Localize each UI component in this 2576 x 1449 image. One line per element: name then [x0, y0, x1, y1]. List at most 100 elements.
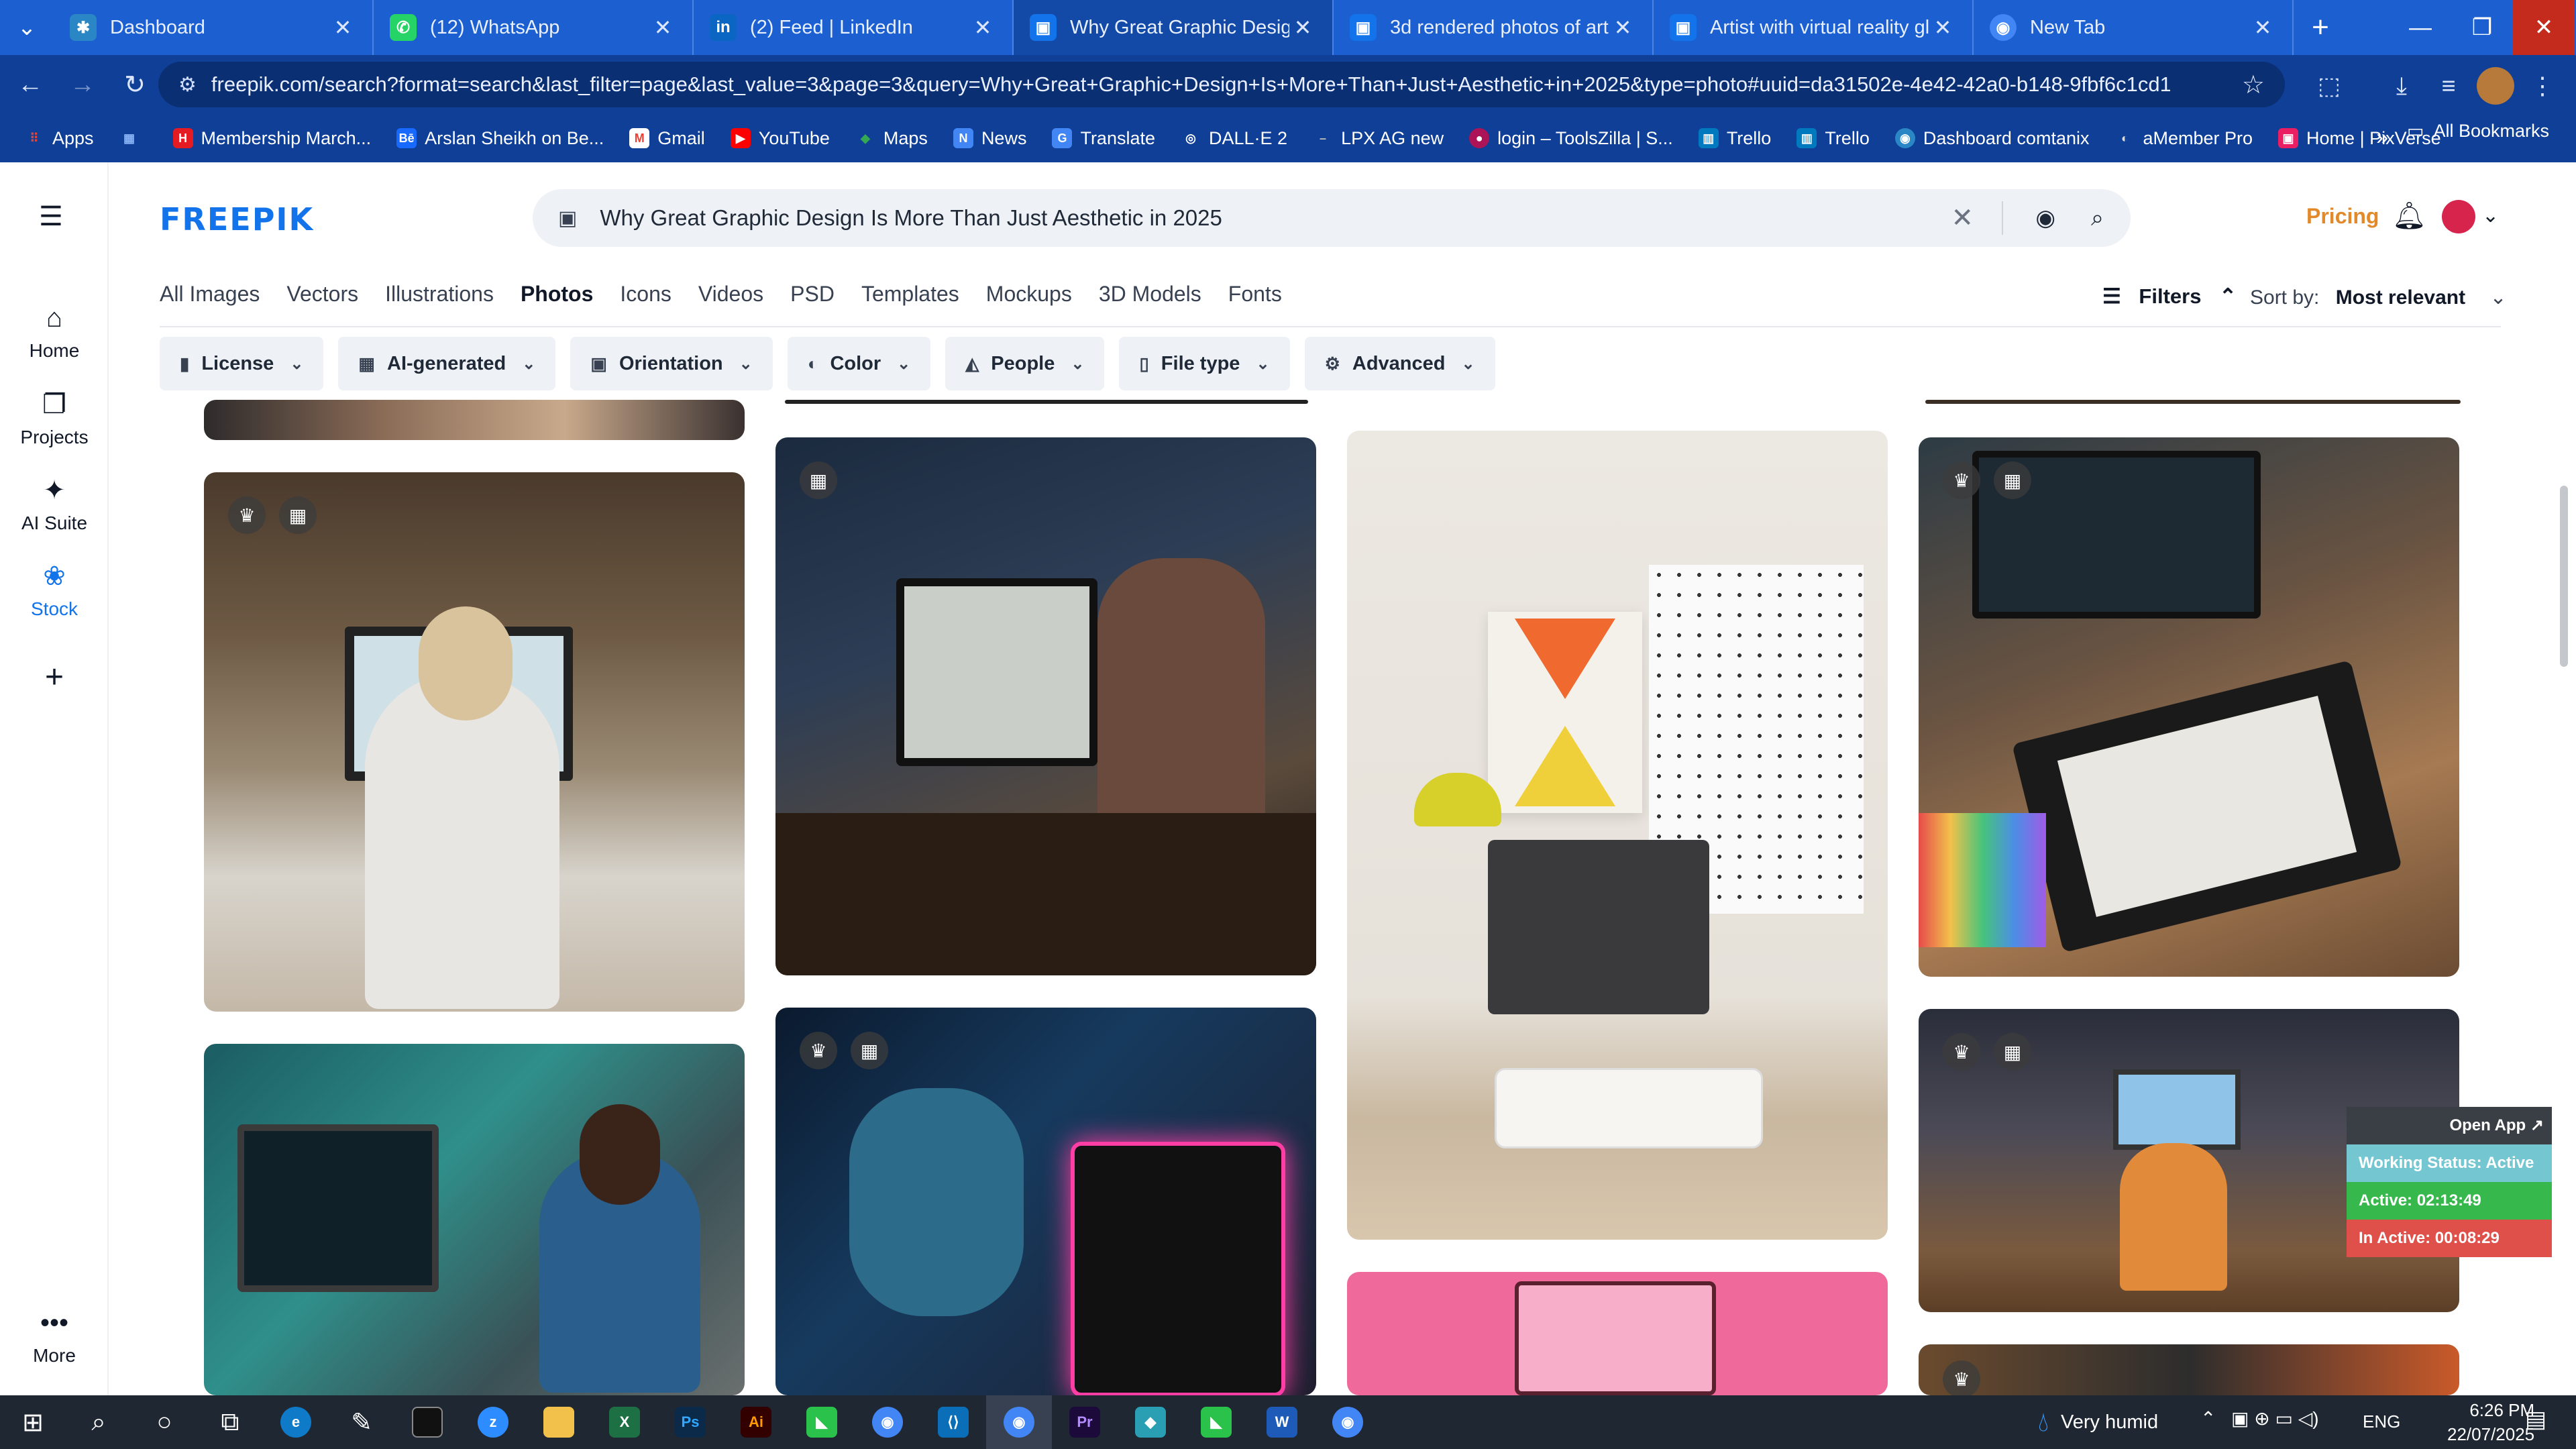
bookmark-apps[interactable]: ⠿ Apps — [24, 128, 93, 149]
reload-icon[interactable]: ↻ — [113, 62, 157, 107]
image-card[interactable] — [204, 1044, 745, 1395]
windows-start-icon[interactable]: ⊞ — [0, 1395, 66, 1449]
hamburger-menu-icon[interactable]: ☰ — [39, 201, 63, 232]
photoshop-icon[interactable]: Ps — [657, 1395, 723, 1449]
cortana-icon[interactable]: ○ — [131, 1395, 197, 1449]
back-arrow-icon[interactable]: ← — [8, 62, 52, 107]
filter-advanced[interactable]: ⚙ Advanced ⌄ — [1304, 337, 1495, 390]
browser-tab[interactable]: in (2) Feed | LinkedIn ✕ — [694, 0, 1014, 55]
bookmarks-overflow-icon[interactable]: » — [2376, 125, 2388, 150]
extension-icon[interactable]: ⬚ — [2310, 67, 2348, 105]
zoom-icon[interactable]: z — [460, 1395, 526, 1449]
bookmark-item[interactable]: ◐ aMember Pro — [2114, 128, 2253, 149]
task-view-icon[interactable]: ⧉ — [197, 1395, 263, 1449]
search-icon[interactable]: ⌕ — [2091, 205, 2104, 231]
filter-license[interactable]: ▮ License ⌄ — [160, 337, 324, 390]
tray-icons[interactable]: ▣ ⊕ ▭ ◁) — [2231, 1407, 2319, 1430]
green-app-icon[interactable]: ◣ — [789, 1395, 855, 1449]
image-card[interactable]: ▦ — [775, 437, 1316, 975]
tab-search-chevron-icon[interactable]: ⌄ — [0, 0, 54, 55]
filter-orientation[interactable]: ▣ Orientation ⌄ — [570, 337, 773, 390]
close-icon[interactable]: ✕ — [1609, 15, 1636, 40]
profile-avatar[interactable] — [2477, 67, 2514, 105]
filter-color[interactable]: ◐ Color ⌄ — [787, 337, 931, 390]
image-card-partial[interactable] — [1925, 400, 2461, 404]
new-tab-button[interactable]: + — [2294, 0, 2347, 55]
notifications-icon[interactable]: ▤ — [2525, 1406, 2546, 1433]
bookmark-item[interactable]: ◉ Dashboard comtanix — [1894, 128, 2089, 149]
filter-file-type[interactable]: ▯ File type ⌄ — [1119, 337, 1290, 390]
close-icon[interactable]: ✕ — [329, 15, 356, 40]
pen-icon[interactable]: ✎ — [329, 1395, 394, 1449]
excel-icon[interactable]: X — [592, 1395, 657, 1449]
bookmark-item[interactable]: Bē Arslan Sheikh on Be... — [396, 128, 604, 149]
image-card[interactable]: ♛ ▦ — [204, 472, 745, 1012]
browser-tab[interactable]: ✆ (12) WhatsApp ✕ — [374, 0, 694, 55]
tab-icons[interactable]: Icons — [620, 282, 671, 307]
clear-search-icon[interactable]: ✕ — [1951, 203, 1974, 233]
browser-tab[interactable]: ▣ Artist with virtual reality glasse ✕ — [1654, 0, 1974, 55]
avatar[interactable] — [2442, 200, 2475, 233]
bookmark-item[interactable]: H Membership March... — [172, 128, 371, 149]
bookmark-grid[interactable]: ▦ — [119, 128, 148, 148]
image-card[interactable]: ♛ ▦ — [1919, 437, 2459, 977]
browser-tab[interactable]: ▣ 3d rendered photos of artist m ✕ — [1334, 0, 1654, 55]
close-icon[interactable]: ✕ — [1289, 15, 1316, 40]
bookmark-item[interactable]: ◆ Maps — [855, 128, 928, 149]
tab-photos[interactable]: Photos — [521, 282, 593, 307]
rail-item-more[interactable]: ••• More — [0, 1308, 109, 1366]
vscode-icon[interactable]: ⟨⟩ — [920, 1395, 986, 1449]
image-card[interactable]: ♛ ▦ — [775, 1008, 1316, 1395]
tab-3d-models[interactable]: 3D Models — [1099, 282, 1201, 307]
kebab-menu-icon[interactable]: ⋮ — [2524, 67, 2561, 105]
bookmark-item[interactable]: – LPX AG new — [1313, 128, 1444, 149]
site-info-icon[interactable]: ⚙ — [178, 73, 197, 97]
add-icon[interactable]: + — [0, 659, 109, 696]
chrome-active-icon[interactable]: ◉ — [986, 1395, 1052, 1449]
search-icon[interactable]: ⌕ — [66, 1395, 131, 1449]
bookmark-item[interactable]: ▥ Trello — [1796, 128, 1870, 149]
diamond-app-icon[interactable]: ◆ — [1118, 1395, 1183, 1449]
tab-illustrations[interactable]: Illustrations — [385, 282, 494, 307]
restore-icon[interactable]: ❐ — [2451, 0, 2513, 55]
tab-videos[interactable]: Videos — [698, 282, 763, 307]
image-card-partial[interactable] — [785, 400, 1308, 404]
minimize-icon[interactable]: — — [2390, 0, 2451, 55]
search-input[interactable]: Why Great Graphic Design Is More Than Ju… — [600, 205, 1222, 231]
freepik-logo[interactable]: FREEPIK — [160, 201, 314, 237]
browser-tab[interactable]: ◉ New Tab ✕ — [1974, 0, 2294, 55]
close-icon[interactable]: ✕ — [649, 15, 676, 40]
image-card-partial[interactable] — [204, 400, 745, 440]
tab-fonts[interactable]: Fonts — [1228, 282, 1282, 307]
bookmark-star-icon[interactable]: ☆ — [2242, 70, 2265, 100]
terminal-icon[interactable] — [394, 1395, 460, 1449]
close-icon[interactable]: ✕ — [969, 15, 996, 40]
close-icon[interactable]: ✕ — [1929, 15, 1956, 40]
bookmark-item[interactable]: N News — [953, 128, 1026, 149]
rail-item-projects[interactable]: ❐ Projects — [0, 389, 109, 448]
tab-vectors[interactable]: Vectors — [286, 282, 358, 307]
open-app-button[interactable]: Open App ↗ — [2347, 1107, 2552, 1144]
illustrator-icon[interactable]: Ai — [723, 1395, 789, 1449]
bookmark-item[interactable]: ▶ YouTube — [730, 128, 830, 149]
chrome-icon[interactable]: ◉ — [855, 1395, 920, 1449]
image-card[interactable]: ♛ — [1919, 1344, 2459, 1395]
camera-search-icon[interactable]: ◉ — [2035, 205, 2055, 231]
rail-item-ai-suite[interactable]: ✦ AI Suite — [0, 475, 109, 534]
bookmark-item[interactable]: ● login – ToolsZilla | S... — [1469, 128, 1673, 149]
close-icon[interactable]: ✕ — [2249, 15, 2276, 40]
tab-mockups[interactable]: Mockups — [986, 282, 1072, 307]
tab-all-images[interactable]: All Images — [160, 282, 260, 307]
file-explorer-icon[interactable] — [526, 1395, 592, 1449]
word-icon[interactable]: W — [1249, 1395, 1315, 1449]
pricing-link[interactable]: Pricing — [2306, 204, 2379, 229]
tray-chevron-icon[interactable]: ⌃ — [2200, 1407, 2216, 1430]
clock[interactable]: 6:26 PM 22/07/2025 — [2447, 1398, 2534, 1446]
rail-item-home[interactable]: ⌂ Home — [0, 303, 109, 362]
browser-tab[interactable]: ✱ Dashboard ✕ — [54, 0, 374, 55]
filters-toggle[interactable]: ☰ Filters ⌃ — [2102, 284, 2237, 309]
image-card[interactable] — [1347, 431, 1888, 1240]
language-indicator[interactable]: ENG — [2363, 1411, 2400, 1432]
bookmark-item[interactable]: M Gmail — [629, 128, 705, 149]
image-card[interactable] — [1347, 1272, 1888, 1395]
